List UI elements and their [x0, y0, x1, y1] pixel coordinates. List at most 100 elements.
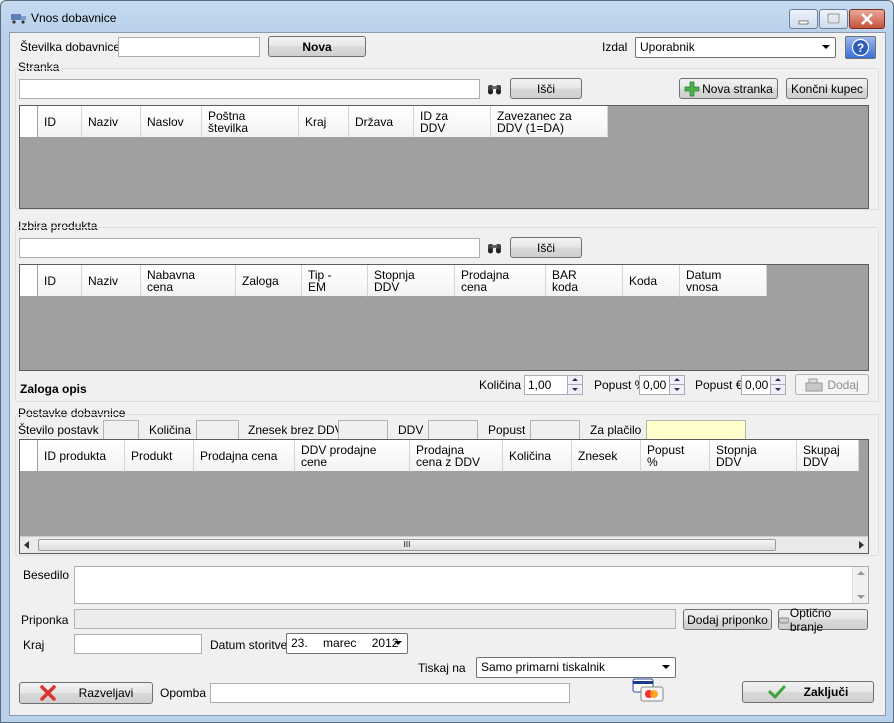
razveljavi-label: Razveljavi: [78, 686, 134, 700]
popust-eur-label: Popust €: [695, 378, 743, 392]
postavke-col-prodajna-z-ddv[interactable]: Prodajna cena z DDV: [410, 440, 503, 472]
izdal-select[interactable]: Uporabnik: [635, 37, 836, 58]
produkt-grid-header: ID Naziv Nabavna cena Zaloga Tip - EM St…: [20, 265, 767, 297]
kraj-input[interactable]: [74, 634, 202, 654]
dodaj-priponko-button[interactable]: Dodaj priponko: [683, 609, 772, 630]
help-button[interactable]: ?: [845, 36, 876, 59]
check-icon: [768, 685, 786, 699]
produkt-col-datum[interactable]: Datum vnosa: [680, 265, 767, 297]
kraj-label: Kraj: [23, 638, 45, 652]
stepper-down-icon[interactable]: [669, 385, 684, 394]
popust-eur-stepper[interactable]: 0,00: [741, 375, 786, 395]
postavke-col-skupaj[interactable]: Skupaj DDV: [797, 440, 859, 472]
maximize-icon: [827, 13, 840, 24]
postavke-grid-header: ID produkta Produkt Prodajna cena DDV pr…: [20, 440, 859, 472]
stranka-col-kraj[interactable]: Kraj: [299, 106, 349, 138]
produkt-isci-button[interactable]: Išči: [510, 237, 582, 258]
dodaj-button[interactable]: Dodaj: [795, 374, 869, 395]
postavke-col-kolicina[interactable]: Količina: [503, 440, 572, 472]
svg-text:?: ?: [857, 41, 864, 55]
popust-pct-value: 0,00: [643, 378, 667, 392]
produkt-col-tip[interactable]: Tip - EM: [302, 265, 368, 297]
stranka-col-naziv[interactable]: Naziv: [82, 106, 141, 138]
minimize-button[interactable]: [789, 9, 818, 29]
stevilka-input[interactable]: [118, 37, 260, 57]
stevilo-postavk-field: [103, 420, 139, 440]
postavke-col-id-produkta[interactable]: ID produkta: [38, 440, 125, 472]
dodaj-label: Dodaj: [827, 377, 859, 392]
postavke-col-popust[interactable]: Popust %: [641, 440, 710, 472]
scanner-icon: [779, 617, 789, 623]
stranka-col-id-ddv[interactable]: ID za DDV: [414, 106, 491, 138]
popust-label: Popust: [488, 423, 526, 437]
scroll-left-icon[interactable]: [24, 541, 29, 549]
payment-cards-icon[interactable]: [631, 677, 667, 703]
scroll-thumb[interactable]: III: [38, 539, 776, 551]
popust-pct-stepper[interactable]: 0,00: [639, 375, 685, 395]
postavke-grid[interactable]: ID produkta Produkt Prodajna cena DDV pr…: [19, 439, 869, 554]
stepper-up-icon[interactable]: [567, 376, 582, 385]
cash-register-icon: [805, 378, 823, 391]
close-button[interactable]: [849, 9, 885, 29]
opomba-input[interactable]: [210, 683, 570, 703]
znesek-brez-label: Znesek brez DDV: [248, 423, 343, 437]
zaloga-opis-label: Zaloga opis: [20, 382, 87, 396]
nova-button[interactable]: Nova: [268, 36, 366, 57]
stepper-down-icon[interactable]: [567, 385, 582, 394]
produkt-col-zaloga[interactable]: Zaloga: [236, 265, 302, 297]
postavke-col-znesek[interactable]: Znesek: [572, 440, 641, 472]
nova-stranka-button[interactable]: Nova stranka: [679, 78, 778, 99]
chevron-down-icon: [394, 641, 402, 645]
title-bar: Vnos dobavnice: [1, 1, 893, 32]
postavke-hscrollbar[interactable]: III: [20, 536, 868, 553]
stranka-col-postna[interactable]: Poštna številka: [202, 106, 299, 138]
znesek-brez-field: [338, 420, 388, 440]
stranka-col-zavezanec[interactable]: Zavezanec za DDV (1=DA): [491, 106, 608, 138]
produkt-col-id[interactable]: ID: [38, 265, 82, 297]
besedilo-vscrollbar[interactable]: [852, 567, 868, 603]
zakljuci-button[interactable]: Zaključi: [742, 681, 874, 703]
help-icon: ?: [851, 38, 870, 57]
priponka-label: Priponka: [21, 613, 69, 627]
tiskaj-value: Samo primarni tiskalnik: [481, 660, 606, 674]
stepper-up-icon[interactable]: [669, 376, 684, 385]
datum-picker[interactable]: 23. marec 2012: [286, 633, 408, 654]
maximize-button[interactable]: [819, 9, 848, 29]
produkt-col-stopnja[interactable]: Stopnja DDV: [368, 265, 455, 297]
produkt-col-naziv[interactable]: Naziv: [82, 265, 141, 297]
produkt-col-koda[interactable]: Koda: [623, 265, 680, 297]
stranka-col-drzava[interactable]: Država: [349, 106, 414, 138]
priponka-field: [74, 609, 676, 629]
razveljavi-button[interactable]: Razveljavi: [19, 682, 153, 704]
postavke-col-ddv-prodajne[interactable]: DDV prodajne cene: [295, 440, 410, 472]
opticno-branje-button[interactable]: Optično branje: [778, 606, 868, 634]
main-window: Vnos dobavnice Številka dobavnice Nova I…: [0, 0, 894, 723]
za-placilo-field: [646, 420, 746, 440]
stranka-col-id[interactable]: ID: [38, 106, 82, 138]
postavke-col-prodajna-cena[interactable]: Prodajna cena: [194, 440, 295, 472]
produkt-grid[interactable]: ID Naziv Nabavna cena Zaloga Tip - EM St…: [19, 264, 869, 371]
produkt-col-nabavna[interactable]: Nabavna cena: [141, 265, 236, 297]
chevron-down-icon: [662, 665, 670, 669]
opticno-branje-label: Optično branje: [789, 605, 832, 634]
besedilo-textarea[interactable]: [74, 566, 869, 604]
kolicina-stepper[interactable]: 1,00: [524, 375, 583, 395]
stranka-grid[interactable]: ID Naziv Naslov Poštna številka Kraj Drž…: [19, 105, 869, 209]
stepper-down-icon[interactable]: [770, 385, 785, 394]
koncni-kupec-button[interactable]: Končni kupec: [786, 78, 868, 99]
stepper-up-icon[interactable]: [770, 376, 785, 385]
produkt-col-bar[interactable]: BAR koda: [546, 265, 623, 297]
stranka-grid-header: ID Naziv Naslov Poštna številka Kraj Drž…: [20, 106, 608, 138]
tiskaj-select[interactable]: Samo primarni tiskalnik: [476, 657, 676, 678]
postavke-col-produkt[interactable]: Produkt: [125, 440, 194, 472]
scroll-up-icon[interactable]: [857, 571, 865, 575]
scroll-right-icon[interactable]: [859, 541, 864, 549]
stranka-search-input[interactable]: [19, 79, 480, 99]
scroll-down-icon[interactable]: [857, 595, 865, 599]
postavke-col-stopnja[interactable]: Stopnja DDV: [710, 440, 797, 472]
produkt-col-prodajna[interactable]: Prodajna cena: [455, 265, 546, 297]
chevron-down-icon: [822, 45, 830, 49]
stranka-col-naslov[interactable]: Naslov: [141, 106, 202, 138]
produkt-search-input[interactable]: [19, 238, 480, 258]
stranka-isci-button[interactable]: Išči: [510, 78, 582, 99]
